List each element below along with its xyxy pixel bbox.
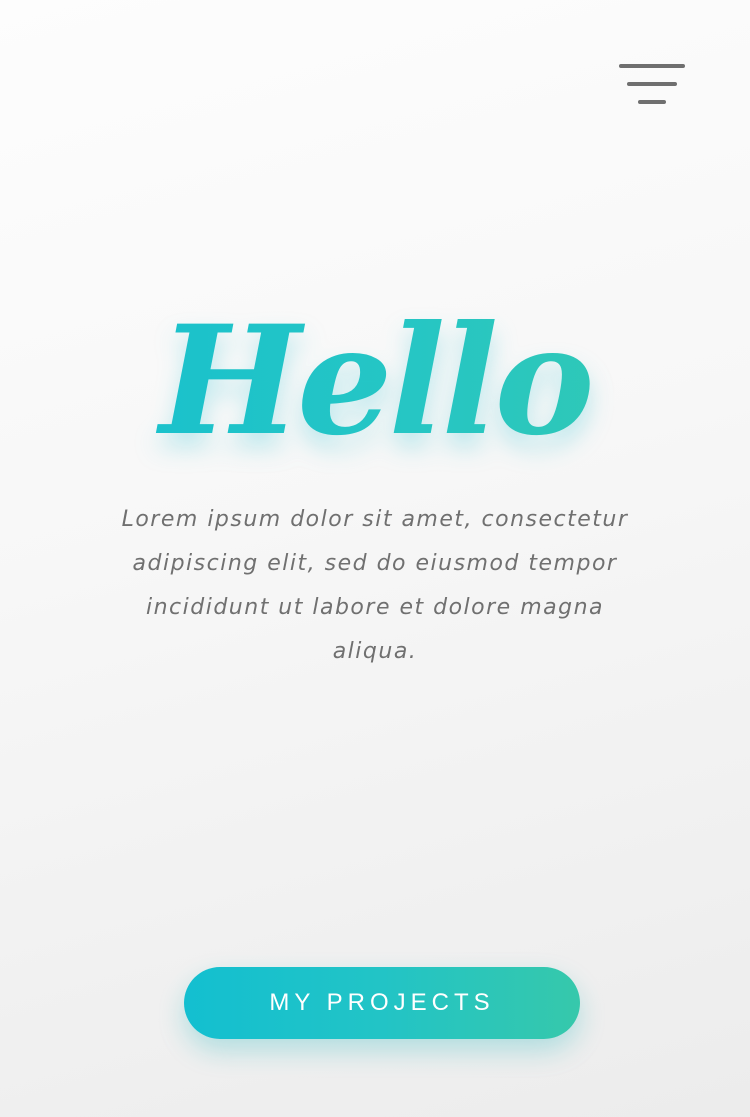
hero-description: Lorem ipsum dolor sit amet, consectetur … — [121, 507, 629, 664]
hamburger-menu-icon[interactable] — [612, 60, 692, 112]
hero-title: Hello — [0, 286, 750, 476]
menu-line-bottom — [638, 100, 666, 104]
menu-line-top — [619, 64, 685, 68]
my-projects-button[interactable]: MY PROJECTS — [184, 967, 580, 1039]
home-screen: Hello Lorem ipsum dolor sit amet, consec… — [0, 0, 750, 1117]
menu-line-middle — [627, 82, 677, 86]
